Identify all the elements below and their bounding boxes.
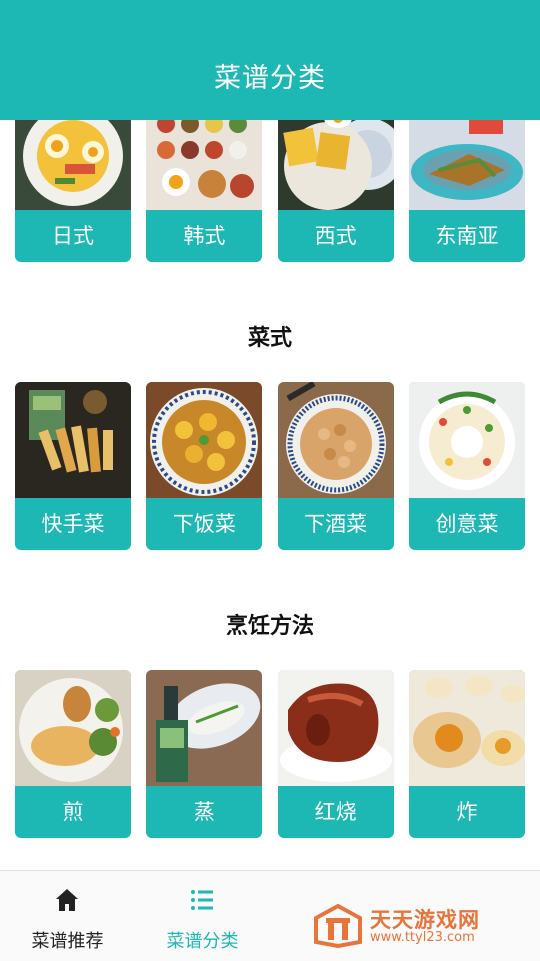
- category-card-steamed[interactable]: 蒸: [146, 670, 263, 838]
- tab-recipe-recommend[interactable]: 菜谱推荐: [0, 871, 135, 961]
- category-card-bar-snack[interactable]: 下酒菜: [277, 382, 394, 550]
- watermark-url: www.ttyl23.com: [370, 930, 475, 945]
- category-label: 蒸: [193, 800, 215, 824]
- category-grid-cooking-method: 煎 蒸 红烧 炸: [15, 670, 525, 838]
- section-title-cooking-method: 烹饪方法: [225, 614, 314, 639]
- category-label: 西式: [314, 224, 357, 248]
- braised-image: [277, 670, 394, 786]
- category-card-western[interactable]: 西式: [277, 120, 394, 262]
- category-label: 韩式: [183, 224, 226, 248]
- section-title-dish-style: 菜式: [247, 326, 292, 351]
- category-card-deep-fried[interactable]: 炸: [408, 670, 525, 838]
- rice-dish-image: [146, 382, 263, 498]
- watermark-logo-icon: [314, 903, 362, 952]
- tab-recipe-category[interactable]: 菜谱分类: [135, 871, 270, 961]
- category-content[interactable]: 日式 韩式 西式 东南亚 菜式 快手菜 下饭菜 下酒菜 创意菜 烹饪方法 煎 蒸…: [0, 120, 540, 870]
- southeast-asian-dish-image: [408, 120, 525, 210]
- western-dish-image: [277, 120, 394, 210]
- category-card-creative[interactable]: 创意菜: [408, 382, 525, 550]
- category-card-southeast-asian[interactable]: 东南亚: [408, 120, 525, 262]
- category-label: 煎: [62, 800, 84, 824]
- steamed-image: [146, 670, 263, 786]
- deep-fried-image: [408, 670, 525, 786]
- korean-dish-image: [146, 120, 263, 210]
- app-header: 菜谱分类: [0, 0, 540, 120]
- home-icon: [54, 887, 80, 913]
- category-grid-dish-style: 快手菜 下饭菜 下酒菜 创意菜: [15, 382, 525, 550]
- category-card-pan-fried[interactable]: 煎: [15, 670, 131, 838]
- category-label: 下酒菜: [304, 512, 368, 536]
- category-card-japanese[interactable]: 日式: [15, 120, 131, 262]
- quick-dish-image: [15, 382, 131, 498]
- category-label: 创意菜: [435, 512, 499, 536]
- tab-label: 菜谱分类: [166, 931, 239, 952]
- page-title: 菜谱分类: [214, 63, 326, 94]
- japanese-dish-image: [15, 120, 131, 210]
- bar-snack-image: [277, 382, 394, 498]
- category-card-braised[interactable]: 红烧: [277, 670, 394, 838]
- category-label: 下饭菜: [172, 512, 236, 536]
- category-card-korean[interactable]: 韩式: [146, 120, 263, 262]
- creative-dish-image: [408, 382, 525, 498]
- category-label: 东南亚: [435, 224, 499, 248]
- tab-label: 菜谱推荐: [31, 931, 104, 952]
- category-label: 炸: [456, 800, 478, 824]
- category-label: 红烧: [314, 800, 357, 824]
- category-grid-cuisine: 日式 韩式 西式 东南亚: [15, 120, 525, 262]
- watermark: 天天游戏网 www.ttyl23.com: [314, 900, 524, 952]
- category-card-quick[interactable]: 快手菜: [15, 382, 131, 550]
- category-label: 日式: [52, 224, 94, 248]
- list-icon: [189, 887, 215, 913]
- pan-fried-image: [15, 670, 131, 786]
- category-label: 快手菜: [41, 512, 105, 536]
- category-card-rice-dish[interactable]: 下饭菜: [146, 382, 263, 550]
